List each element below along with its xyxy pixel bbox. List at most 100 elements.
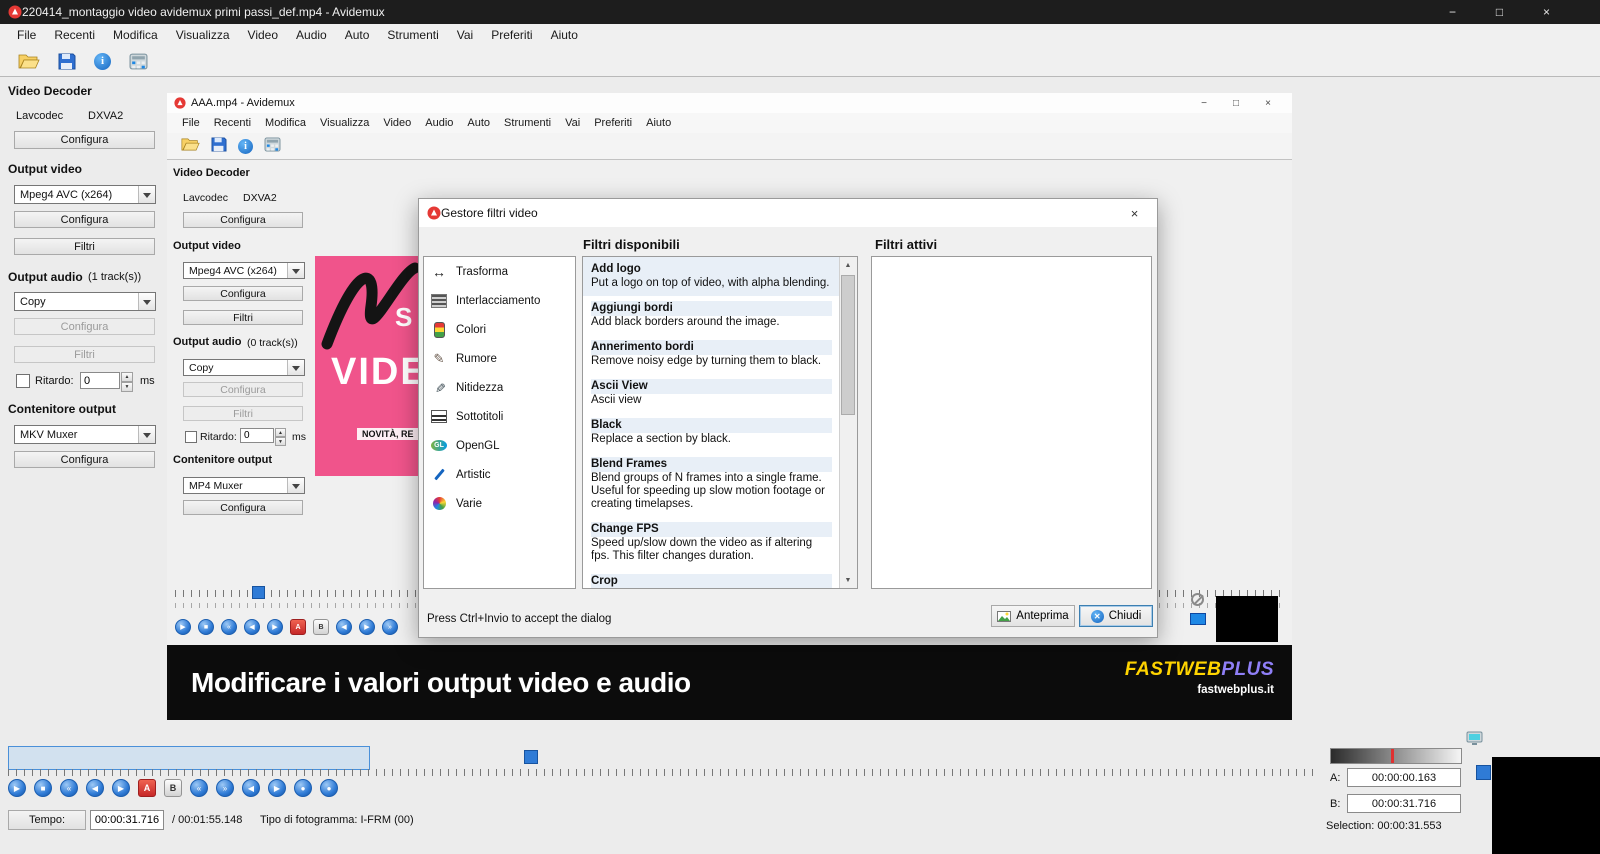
info-button[interactable]: i: [92, 51, 113, 72]
transport-button[interactable]: «: [60, 779, 78, 797]
filter-item[interactable]: Crop: [583, 569, 840, 588]
preview-button[interactable]: Anteprima: [991, 605, 1075, 627]
minimize-button[interactable]: −: [1429, 0, 1476, 24]
timeline-handle[interactable]: [524, 750, 538, 764]
menu-item[interactable]: Video: [239, 28, 287, 42]
filter-manager-dialog: Gestore filtri video × Filtri disponibil…: [418, 198, 1158, 638]
avidemux-main-window: 220414_montaggio video avidemux primi pa…: [0, 0, 1600, 854]
menu-item[interactable]: Aiuto: [542, 28, 587, 42]
filters-scrollbar[interactable]: ▲ ▼: [839, 257, 857, 588]
volume-chip: [1190, 613, 1206, 625]
audio-delay-checkbox[interactable]: [16, 374, 30, 388]
filter-category-row[interactable]: Rumore: [424, 344, 575, 373]
marker-a-time: 00:00:00.163: [1347, 768, 1461, 787]
video-codec-select[interactable]: Mpeg4 AVC (x264): [14, 185, 156, 204]
transport-button[interactable]: ●: [320, 779, 338, 797]
filter-item[interactable]: Ascii View Ascii view: [583, 374, 840, 413]
transport-button[interactable]: ▶: [112, 779, 130, 797]
menu-item[interactable]: Modifica: [104, 28, 167, 42]
filter-description: Speed up/slow down the video as if alter…: [591, 537, 832, 563]
filter-category-row[interactable]: Nitidezza: [424, 373, 575, 402]
brand-site: fastwebplus.it: [1125, 684, 1274, 696]
picture-icon: [997, 611, 1011, 622]
filter-item[interactable]: Annerimento bordi Remove noisy edge by t…: [583, 335, 840, 374]
menu-item[interactable]: Visualizza: [167, 28, 239, 42]
close-button[interactable]: ×: [1523, 0, 1570, 24]
filter-item[interactable]: Aggiungi bordi Add black borders around …: [583, 296, 840, 335]
menu-item[interactable]: Vai: [448, 28, 482, 42]
filter-item[interactable]: Change FPS Speed up/slow down the video …: [583, 517, 840, 569]
audio-codec-select[interactable]: Copy: [14, 292, 156, 311]
video-configure-button[interactable]: Configura: [14, 211, 155, 228]
transport-button[interactable]: A: [138, 779, 156, 797]
avidemux-app-icon: [427, 206, 441, 220]
filter-category-row[interactable]: Artistic: [424, 460, 575, 489]
selection-duration: Selection: 00:00:31.553: [1326, 820, 1442, 832]
thumbnail-letter: S: [395, 302, 412, 333]
decoder-configure-button[interactable]: Configura: [14, 131, 155, 149]
transport-button: ◀: [336, 619, 352, 635]
transport-button[interactable]: »: [216, 779, 234, 797]
scroll-down-icon[interactable]: ▼: [840, 572, 856, 588]
transport-button[interactable]: ●: [294, 779, 312, 797]
muxer-select[interactable]: MKV Muxer: [14, 425, 156, 444]
info-icon: i: [94, 53, 111, 70]
video-decoder-heading: Video Decoder: [8, 84, 92, 98]
folder-open-icon: [18, 53, 40, 70]
inner-toolbar: i: [167, 133, 1292, 160]
scrollbar-thumb[interactable]: [841, 275, 855, 415]
menu-item[interactable]: File: [8, 28, 45, 42]
menu-item[interactable]: Recenti: [45, 28, 104, 42]
zoom-gradient-bar[interactable]: [1330, 748, 1462, 764]
menu-item[interactable]: Preferiti: [482, 28, 541, 42]
filter-category-row[interactable]: OpenGL: [424, 431, 575, 460]
audio-delay-spinner: ▲▼: [275, 428, 286, 446]
total-duration: / 00:01:55.148: [172, 814, 242, 826]
save-button[interactable]: [56, 51, 78, 72]
audio-delay-spinner[interactable]: ▲▼: [121, 372, 133, 392]
audio-delay-input[interactable]: [80, 372, 120, 389]
menu-item: Visualizza: [313, 117, 376, 129]
tempo-button[interactable]: Tempo:: [8, 810, 86, 830]
dialog-close-button[interactable]: ×: [1112, 199, 1157, 227]
banner-title: Modificare i valori output video e audio: [191, 667, 691, 699]
filter-item[interactable]: Add logo Put a logo on top of video, wit…: [583, 257, 840, 296]
transport-button[interactable]: ■: [34, 779, 52, 797]
filter-description: Put a logo on top of video, with alpha b…: [591, 277, 832, 290]
video-banner: Modificare i valori output video e audio…: [167, 645, 1292, 720]
timeline-ruler[interactable]: [8, 769, 1320, 776]
close-dialog-button[interactable]: ✕ Chiudi: [1079, 605, 1153, 627]
volume-slider-handle[interactable]: [1476, 765, 1491, 780]
transport-button[interactable]: «: [190, 779, 208, 797]
audio-configure-button: Configura: [14, 318, 155, 335]
menu-item[interactable]: Strumenti: [378, 28, 447, 42]
filter-item[interactable]: Blend Frames Blend groups of N frames in…: [583, 452, 840, 517]
transport-button[interactable]: ▶: [268, 779, 286, 797]
open-file-button[interactable]: [16, 51, 42, 72]
tempo-time-input[interactable]: [90, 810, 164, 830]
maximize-button[interactable]: □: [1476, 0, 1523, 24]
output-video-heading: Output video: [8, 162, 82, 176]
video-filters-button[interactable]: Filtri: [14, 238, 155, 255]
filter-category-row[interactable]: Trasforma: [424, 257, 575, 286]
transport-button: A: [290, 619, 306, 635]
filter-category-row[interactable]: Varie: [424, 489, 575, 518]
scroll-up-icon[interactable]: ▲: [840, 257, 856, 273]
category-label: Colori: [456, 324, 486, 336]
filter-category-row[interactable]: Colori: [424, 315, 575, 344]
filter-category-row[interactable]: Interlacciamento: [424, 286, 575, 315]
transport-button[interactable]: ◀: [86, 779, 104, 797]
transport-button[interactable]: ▶: [8, 779, 26, 797]
marker-b-time: 00:00:31.716: [1347, 794, 1461, 813]
menu-item: Preferiti: [587, 117, 639, 129]
menu-item[interactable]: Audio: [287, 28, 336, 42]
calculator-button[interactable]: [127, 51, 150, 72]
transport-button[interactable]: ◀: [242, 779, 260, 797]
inner-maximize-button: □: [1220, 93, 1252, 113]
filter-item[interactable]: Black Replace a section by black.: [583, 413, 840, 452]
filter-category-row[interactable]: Sottotitoli: [424, 402, 575, 431]
muxer-configure-button[interactable]: Configura: [14, 451, 155, 468]
frame-type-label: Tipo di fotogramma: I-FRM (00): [260, 814, 414, 826]
menu-item[interactable]: Auto: [336, 28, 379, 42]
transport-button[interactable]: B: [164, 779, 182, 797]
